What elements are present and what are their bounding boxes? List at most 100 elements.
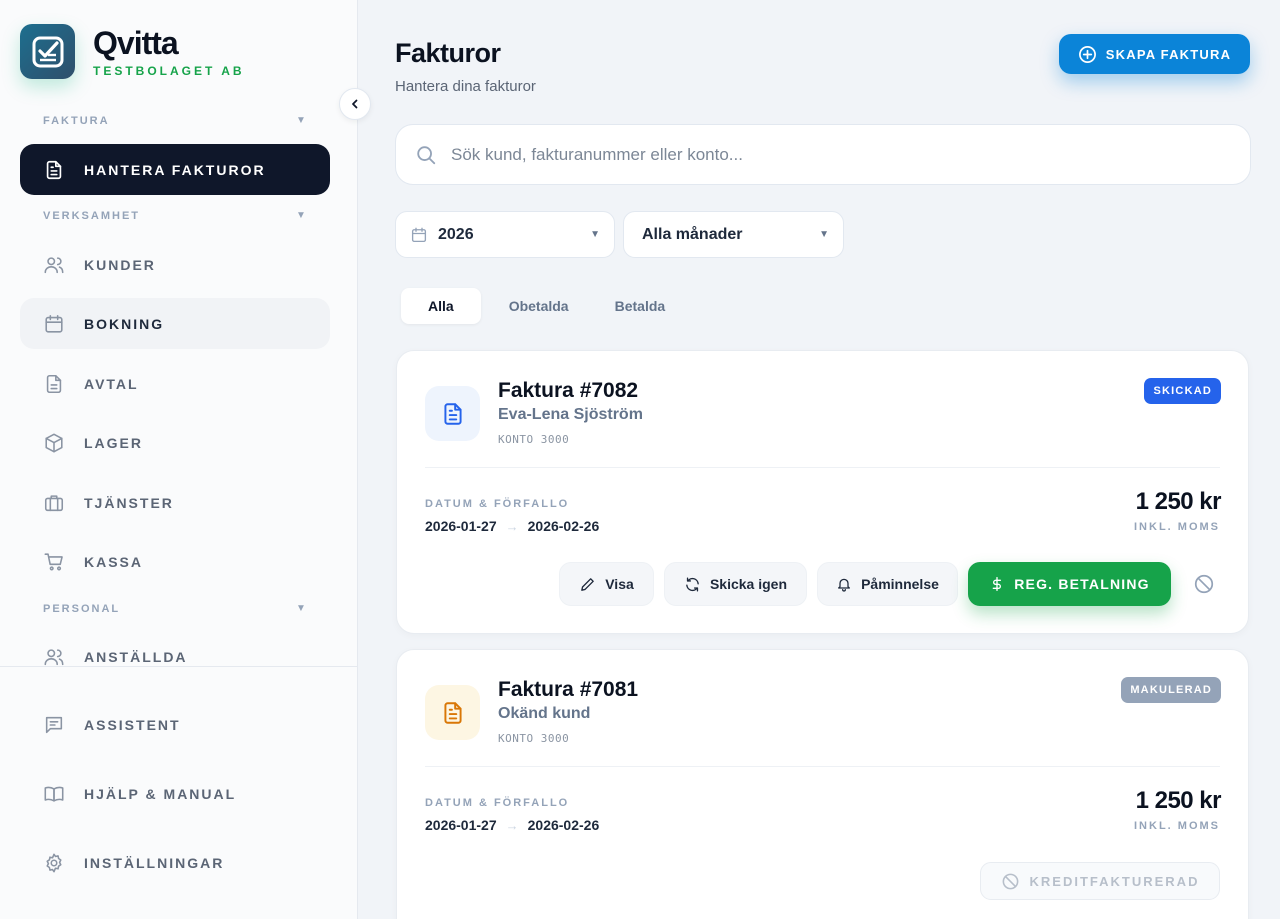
resend-button[interactable]: Skicka igen	[664, 562, 807, 606]
sidebar-item-label: BOKNING	[84, 315, 165, 332]
invoice-dates: 2026-01-27 → 2026-02-26	[425, 518, 599, 534]
chevron-down-icon[interactable]: ▼	[296, 603, 306, 614]
sidebar-item-bokning[interactable]: BOKNING	[20, 298, 330, 349]
search-icon	[415, 144, 437, 166]
sidebar-collapse-button[interactable]	[339, 88, 371, 120]
sidebar-item-avtal[interactable]: AVTAL	[20, 358, 330, 409]
sidebar-item-tjanster[interactable]: TJÄNSTER	[20, 477, 330, 528]
reminder-button[interactable]: Påminnelse	[817, 562, 958, 606]
sidebar-item-kunder[interactable]: KUNDER	[20, 239, 330, 290]
refresh-icon	[684, 576, 701, 593]
date-label: DATUM & FÖRFALLO	[425, 498, 570, 510]
invoice-due-date: 2026-02-26	[527, 817, 600, 833]
sidebar-item-label: LAGER	[84, 434, 143, 451]
sidebar-item-hjalp[interactable]: HJÄLP & MANUAL	[20, 768, 330, 819]
card-divider	[425, 467, 1220, 468]
tab-obetalda[interactable]: Obetalda	[486, 288, 592, 324]
calendar-icon	[410, 226, 428, 244]
sidebar-item-label: TJÄNSTER	[84, 494, 174, 511]
month-select[interactable]: Alla månader ▼	[623, 211, 844, 258]
invoice-amount: 1 250 kr	[1135, 787, 1222, 814]
tab-alla[interactable]: Alla	[401, 288, 481, 324]
reminder-button-label: Påminnelse	[861, 576, 939, 592]
dollar-icon	[989, 576, 1005, 592]
invoice-customer: Eva-Lena Sjöström	[498, 406, 643, 423]
document-icon	[42, 372, 66, 396]
view-button[interactable]: Visa	[559, 562, 654, 606]
invoice-dates: 2026-01-27 → 2026-02-26	[425, 817, 599, 833]
sidebar-item-kassa[interactable]: KASSA	[20, 536, 330, 587]
page-title: Fakturor	[395, 38, 501, 68]
sidebar-item-label: ASSISTENT	[84, 716, 181, 733]
sidebar-item-label: HJÄLP & MANUAL	[84, 785, 237, 802]
register-payment-label: REG. BETALNING	[1014, 576, 1150, 592]
page-subtitle: Hantera dina fakturor	[395, 78, 536, 95]
ban-icon	[1193, 573, 1215, 595]
void-button[interactable]	[1189, 569, 1219, 599]
sidebar-footer: ASSISTENT HJÄLP & MANUAL INSTÄLLNINGAR	[0, 666, 357, 919]
ban-icon	[1001, 872, 1020, 891]
sidebar-item-label: KASSA	[84, 553, 144, 570]
box-icon	[42, 431, 66, 455]
invoice-account: KONTO 3000	[498, 732, 570, 745]
invoice-number[interactable]: Faktura #7081	[498, 678, 638, 702]
book-icon	[42, 782, 66, 806]
chevron-down-icon: ▼	[819, 229, 829, 240]
credited-label: KREDITFAKTURERAD	[1029, 873, 1200, 889]
invoice-document-icon	[425, 386, 480, 441]
sidebar-item-label: KUNDER	[84, 256, 156, 273]
create-invoice-label: SKAPA FAKTURA	[1105, 46, 1232, 62]
plus-circle-icon	[1078, 45, 1097, 64]
year-select-value: 2026	[438, 225, 474, 243]
invoice-account: KONTO 3000	[498, 433, 570, 446]
chevron-left-icon	[349, 98, 361, 110]
status-badge: MAKULERAD	[1121, 677, 1221, 703]
sidebar-item-lager[interactable]: LAGER	[20, 417, 330, 468]
company-name: TESTBOLAGET AB	[93, 63, 245, 78]
invoice-due-date: 2026-02-26	[527, 518, 600, 534]
invoice-document-icon	[425, 685, 480, 740]
search-input[interactable]	[451, 144, 1211, 165]
invoice-amount: 1 250 kr	[1135, 488, 1222, 515]
register-payment-button[interactable]: REG. BETALNING	[968, 562, 1171, 606]
sidebar-item-hantera-fakturor[interactable]: HANTERA FAKTUROR	[20, 144, 330, 195]
chevron-down-icon: ▼	[590, 229, 600, 240]
gear-icon	[42, 851, 66, 875]
sidebar-item-label: INSTÄLLNINGAR	[84, 854, 225, 871]
resend-button-label: Skicka igen	[709, 576, 788, 592]
tab-betalda[interactable]: Betalda	[592, 288, 689, 324]
invoice-number[interactable]: Faktura #7082	[498, 379, 638, 403]
section-label-verksamhet[interactable]: VERKSAMHET	[43, 210, 140, 222]
chat-icon	[42, 713, 66, 737]
invoice-amount-note: INKL. MOMS	[1134, 521, 1220, 533]
sidebar-item-label: ANSTÄLLDA	[84, 649, 188, 665]
pencil-icon	[579, 576, 596, 593]
date-label: DATUM & FÖRFALLO	[425, 797, 570, 809]
arrow-right-icon: →	[505, 518, 519, 534]
arrow-right-icon: →	[505, 817, 519, 833]
brand[interactable]: Qvitta TESTBOLAGET AB	[20, 24, 245, 79]
sidebar-item-assistent[interactable]: ASSISTENT	[20, 699, 330, 750]
document-icon	[42, 158, 66, 182]
sidebar-item-anstallda[interactable]: ANSTÄLLDA	[20, 631, 330, 667]
invoice-customer: Okänd kund	[498, 705, 591, 722]
sidebar-item-installningar[interactable]: INSTÄLLNINGAR	[20, 837, 330, 888]
invoice-date: 2026-01-27	[425, 518, 497, 534]
invoice-card[interactable]: Faktura #7082 Eva-Lena Sjöström KONTO 30…	[396, 350, 1249, 634]
month-select-value: Alla månader	[642, 225, 743, 243]
status-badge: SKICKAD	[1144, 378, 1221, 404]
chevron-down-icon[interactable]: ▼	[296, 210, 306, 221]
search-bar[interactable]	[395, 124, 1251, 185]
card-divider	[425, 766, 1220, 767]
invoice-card[interactable]: Faktura #7081 Okänd kund KONTO 3000 MAKU…	[396, 649, 1249, 919]
chevron-down-icon[interactable]: ▼	[296, 115, 306, 126]
sidebar-item-label: HANTERA FAKTUROR	[84, 161, 266, 178]
invoice-date: 2026-01-27	[425, 817, 497, 833]
year-select[interactable]: 2026 ▼	[395, 211, 615, 258]
brand-name: Qvitta	[93, 24, 179, 61]
section-label-faktura[interactable]: FAKTURA	[43, 115, 110, 127]
sidebar: Qvitta TESTBOLAGET AB FAKTURA ▼ HANTERA …	[0, 0, 358, 919]
create-invoice-button[interactable]: SKAPA FAKTURA	[1059, 34, 1250, 74]
section-label-personal[interactable]: PERSONAL	[43, 603, 120, 615]
invoice-actions: Visa Skicka igen Påminnelse REG. BETALNI…	[559, 562, 1219, 606]
